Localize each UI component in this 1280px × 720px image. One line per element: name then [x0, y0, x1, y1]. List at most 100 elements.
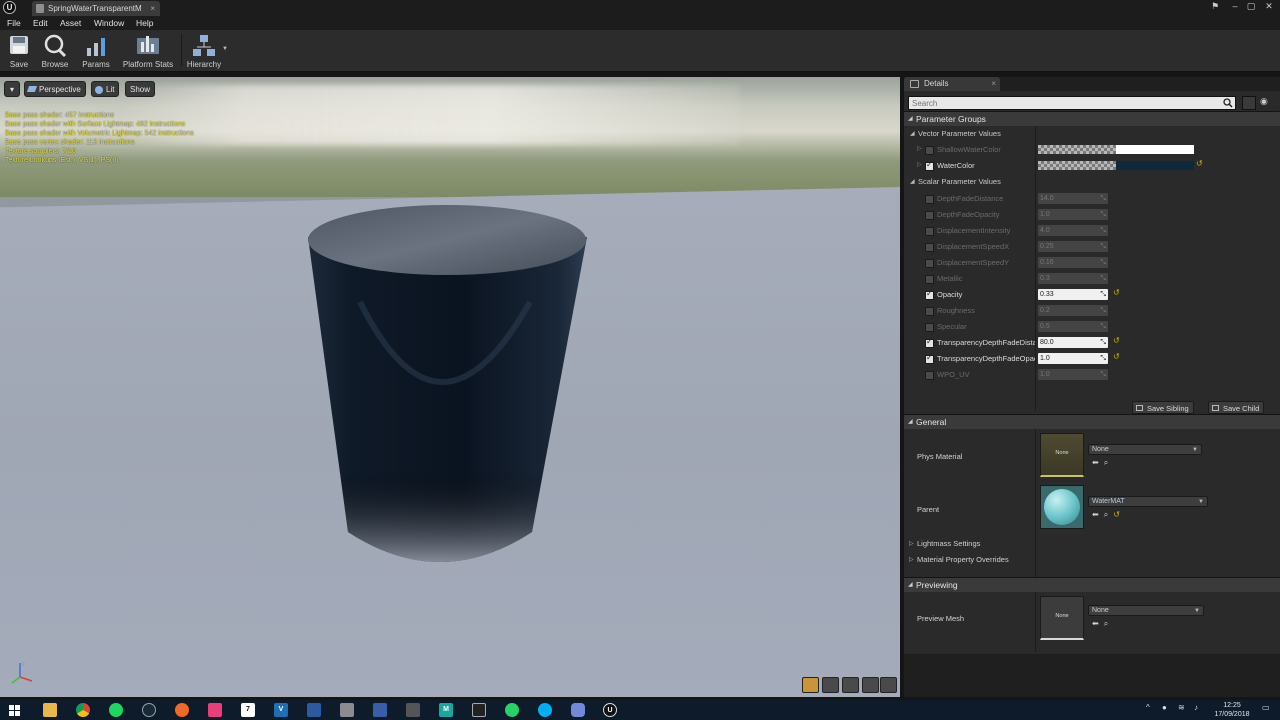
parent-thumbnail[interactable]	[1040, 485, 1084, 529]
drag-handle-icon[interactable]: ⤡	[1100, 225, 1106, 236]
browse-button[interactable]: Browse	[38, 32, 72, 70]
image-app-icon[interactable]	[373, 703, 387, 717]
override-checkbox[interactable]	[925, 146, 934, 155]
expand-arrow-icon[interactable]: ▷	[917, 161, 922, 168]
seven-app-icon[interactable]: 7	[241, 703, 255, 717]
parent-combo[interactable]: WaterMAT ▼	[1088, 496, 1208, 507]
use-selected-arrow-icon[interactable]: ⬅	[1092, 510, 1099, 519]
tray-app-icon[interactable]: ●	[1162, 703, 1167, 712]
vector-params-header[interactable]: ◢ Vector Parameter Values	[904, 127, 1280, 141]
override-checkbox[interactable]	[925, 307, 934, 316]
app-icon[interactable]	[208, 703, 222, 717]
platform-stats-button[interactable]: Platform Stats	[119, 32, 177, 70]
material-overrides-row[interactable]: ▷ Material Property Overrides	[904, 553, 1280, 567]
m-app-icon[interactable]: M	[439, 703, 453, 717]
override-checkbox[interactable]	[925, 211, 934, 220]
preview-mesh-thumbnail[interactable]: None	[1040, 596, 1084, 640]
expand-arrow-icon[interactable]: ▷	[917, 145, 922, 152]
drag-handle-icon[interactable]: ⤡	[1100, 273, 1106, 284]
preview-sphere-button[interactable]	[822, 677, 839, 693]
params-button[interactable]: Params	[78, 32, 114, 70]
character-app-icon[interactable]	[307, 703, 321, 717]
param-value-field[interactable]: 1.0 ⤡	[1038, 209, 1108, 220]
chrome-icon[interactable]	[76, 703, 90, 717]
drag-handle-icon[interactable]: ⤡	[1100, 353, 1106, 364]
discord-icon[interactable]	[571, 703, 585, 717]
search-icon[interactable]	[1223, 98, 1233, 108]
maximize-icon[interactable]: ▢	[1244, 0, 1258, 12]
color-swatch[interactable]	[1116, 161, 1194, 170]
drag-handle-icon[interactable]: ⤡	[1100, 305, 1106, 316]
param-value-field[interactable]: 0.5 ⤡	[1038, 321, 1108, 332]
hierarchy-button[interactable]: Hierarchy	[184, 32, 224, 70]
drag-handle-icon[interactable]: ⤡	[1100, 289, 1106, 300]
material-preview-viewport[interactable]: ▾ Perspective Lit Show Base pass shader:…	[0, 77, 900, 697]
alpha-swatch[interactable]	[1038, 161, 1116, 170]
override-checkbox[interactable]	[925, 289, 934, 300]
drag-handle-icon[interactable]: ⤡	[1100, 193, 1106, 204]
scalar-params-header[interactable]: ◢ Scalar Parameter Values	[904, 175, 1280, 189]
details-search[interactable]	[908, 96, 1236, 110]
alpha-swatch[interactable]	[1038, 145, 1116, 154]
notifications-icon[interactable]: ▭	[1262, 703, 1270, 712]
preview-cylinder-button[interactable]	[802, 677, 819, 693]
override-checkbox[interactable]	[925, 227, 934, 236]
details-tab[interactable]: Details ×	[904, 77, 1000, 91]
color-swatch[interactable]	[1116, 145, 1194, 154]
save-sibling-button[interactable]: Save Sibling	[1132, 401, 1194, 414]
previewing-header[interactable]: ◢ Previewing	[904, 577, 1280, 592]
drag-handle-icon[interactable]: ⤡	[1100, 337, 1106, 348]
browse-asset-icon[interactable]: ⌕	[1104, 458, 1108, 467]
close-window-icon[interactable]: ✕	[1262, 0, 1276, 12]
tool-app-icon[interactable]	[406, 703, 420, 717]
param-value-field[interactable]: 1.0 ⤡	[1038, 353, 1108, 364]
menu-window[interactable]: Window	[94, 16, 124, 30]
steam-icon[interactable]	[142, 703, 156, 717]
override-checkbox[interactable]	[925, 337, 934, 348]
save-child-button[interactable]: Save Child	[1208, 401, 1265, 414]
clock[interactable]: 12:25 17/09/2018	[1210, 701, 1254, 719]
perspective-button[interactable]: Perspective	[24, 81, 86, 97]
param-value-field[interactable]: 0.33 ⤡	[1038, 289, 1108, 300]
menu-help[interactable]: Help	[136, 16, 153, 30]
hierarchy-dropdown-icon[interactable]: ▼	[222, 46, 228, 52]
v-app-icon[interactable]: V	[274, 703, 288, 717]
preview-mesh-button[interactable]	[880, 677, 897, 693]
override-checkbox[interactable]	[925, 195, 934, 204]
param-value-field[interactable]: 1.0 ⤡	[1038, 369, 1108, 380]
unreal-engine-taskbar-icon[interactable]: U	[603, 703, 617, 717]
preview-mesh-combo[interactable]: None ▼	[1088, 605, 1204, 616]
parameter-groups-header[interactable]: ◢ Parameter Groups	[904, 111, 1280, 126]
browse-asset-icon[interactable]: ⌕	[1104, 510, 1108, 519]
view-options-grid-icon[interactable]	[1242, 96, 1256, 110]
override-checkbox[interactable]	[925, 371, 934, 380]
override-checkbox[interactable]	[925, 275, 934, 284]
param-value-field[interactable]: 14.0 ⤡	[1038, 193, 1108, 204]
use-selected-arrow-icon[interactable]: ⬅	[1092, 619, 1099, 628]
drag-handle-icon[interactable]: ⤡	[1100, 241, 1106, 252]
minimize-icon[interactable]: –	[1228, 0, 1242, 12]
param-value-field[interactable]: 4.0 ⤡	[1038, 225, 1108, 236]
search-input[interactable]	[909, 97, 1209, 109]
use-selected-arrow-icon[interactable]: ⬅	[1092, 458, 1099, 467]
tab-close-icon[interactable]: ×	[150, 1, 155, 16]
phys-material-thumbnail[interactable]: None	[1040, 433, 1084, 477]
show-button[interactable]: Show	[125, 81, 156, 97]
visibility-eye-icon[interactable]: ◉	[1260, 96, 1276, 110]
skype-icon[interactable]	[538, 703, 552, 717]
param-value-field[interactable]: 0.3 ⤡	[1038, 273, 1108, 284]
drag-handle-icon[interactable]: ⤡	[1100, 257, 1106, 268]
spotify-icon[interactable]	[109, 703, 123, 717]
drag-handle-icon[interactable]: ⤡	[1100, 209, 1106, 220]
general-header[interactable]: ◢ General	[904, 414, 1280, 429]
override-checkbox[interactable]	[925, 353, 934, 364]
preview-cube-button[interactable]	[862, 677, 879, 693]
drag-handle-icon[interactable]: ⤡	[1100, 369, 1106, 380]
menu-file[interactable]: File	[7, 16, 21, 30]
lightmass-settings-row[interactable]: ▷ Lightmass Settings	[904, 537, 1280, 551]
reset-to-default-icon[interactable]: ↺	[1113, 510, 1120, 519]
override-checkbox[interactable]	[925, 160, 934, 171]
save-button[interactable]: Save	[4, 32, 34, 70]
reset-to-default-icon[interactable]: ↺	[1196, 159, 1203, 168]
override-checkbox[interactable]	[925, 243, 934, 252]
